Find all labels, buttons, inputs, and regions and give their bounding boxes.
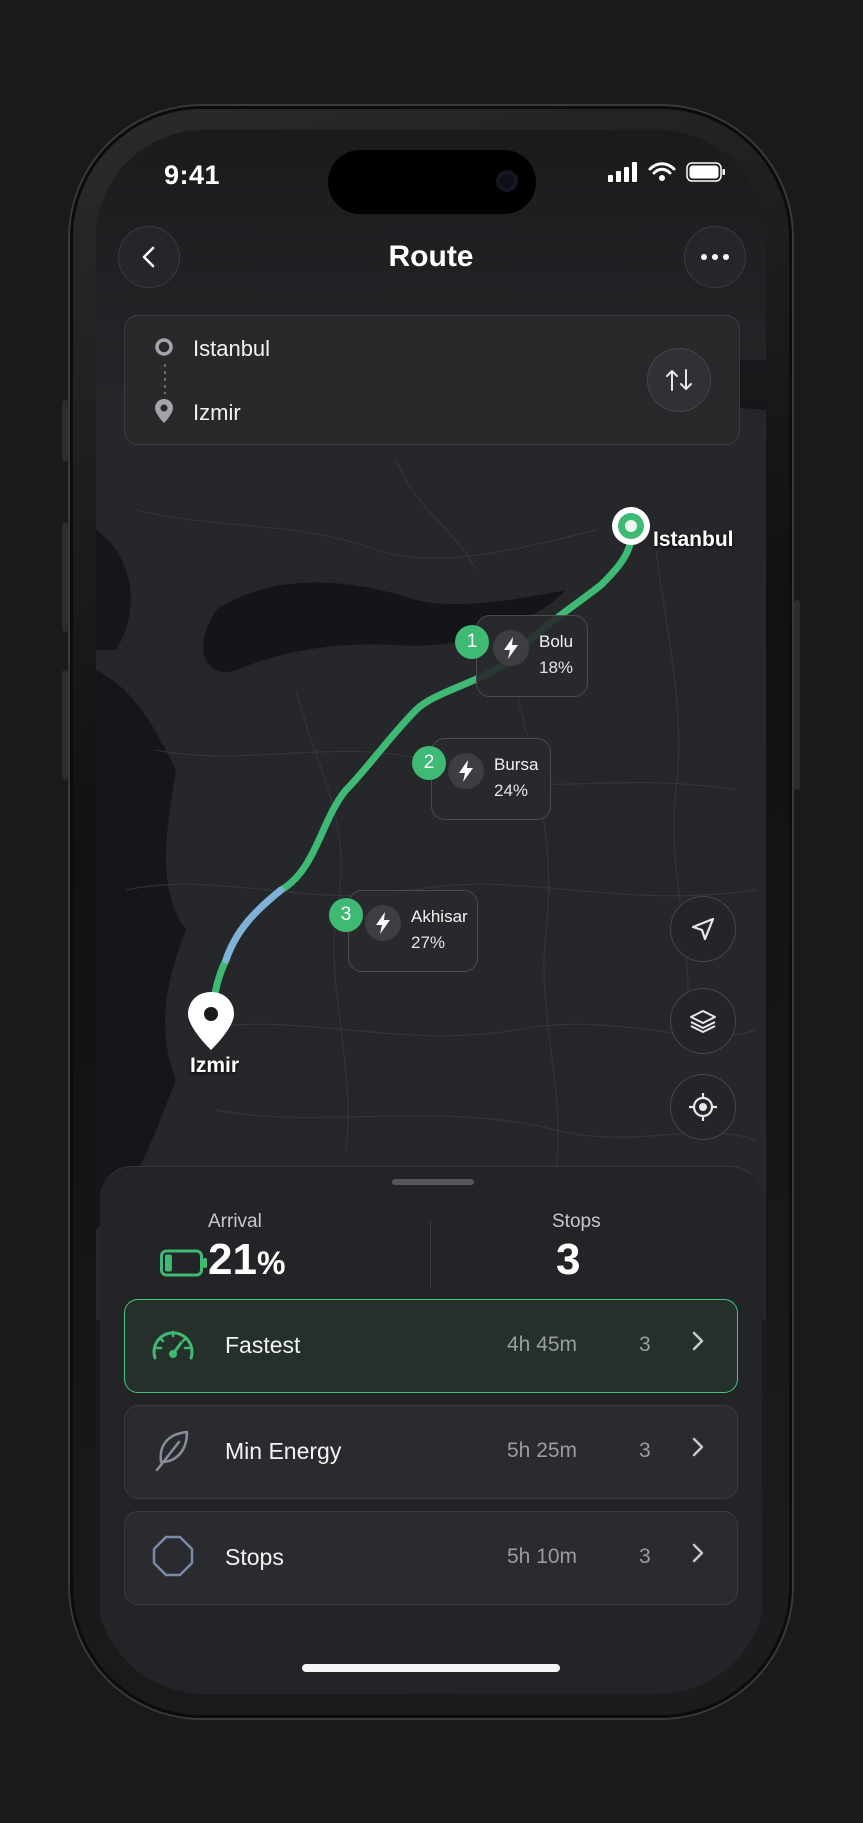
- stop-charge: 27%: [411, 933, 446, 952]
- option-time: 4h 45m: [507, 1333, 578, 1356]
- dynamic-island: [328, 150, 536, 214]
- camera-icon: [496, 170, 518, 192]
- speedometer-icon: [149, 1320, 197, 1368]
- arrival-unit: %: [256, 1245, 286, 1281]
- origin-dot-icon: [155, 338, 173, 356]
- stop-name: Bolu: [539, 632, 574, 651]
- destination-field[interactable]: Izmir: [193, 400, 241, 426]
- origin-field[interactable]: Istanbul: [193, 336, 270, 362]
- origin-marker: [612, 507, 650, 545]
- stop-number-badge: 1: [455, 625, 489, 659]
- page-title: Route: [388, 240, 474, 273]
- more-icon: [701, 254, 729, 260]
- volume-up-button: [62, 522, 68, 632]
- sheet-handle[interactable]: [392, 1179, 474, 1185]
- route-option-stops[interactable]: Stops 5h 10m 3: [124, 1511, 738, 1605]
- option-time: 5h 10m: [507, 1545, 578, 1568]
- chevron-right-icon: [692, 1437, 704, 1457]
- stops-label: Stops: [552, 1211, 601, 1232]
- map[interactable]: [96, 130, 766, 1320]
- option-stops: 3: [639, 1545, 651, 1568]
- locate-button[interactable]: [670, 1074, 736, 1140]
- home-indicator[interactable]: [302, 1664, 560, 1672]
- stops-value: 3: [556, 1235, 581, 1284]
- chevron-right-icon: [692, 1543, 704, 1563]
- stop-charge: 18%: [539, 658, 574, 677]
- route-connector: [164, 364, 166, 394]
- screen: Istanbul Izmir Bolu 18% 1 Bursa 24% 2 Ak…: [96, 130, 766, 1694]
- arrival-number: 21: [208, 1235, 257, 1284]
- stop-number-badge: 3: [329, 898, 363, 932]
- leaf-icon: [149, 1426, 197, 1474]
- action-button: [62, 400, 68, 462]
- charging-stop-3[interactable]: Akhisar 27%: [348, 890, 478, 972]
- locate-icon: [689, 1093, 717, 1121]
- octagon-icon: [149, 1532, 197, 1580]
- option-label: Min Energy: [225, 1438, 342, 1464]
- route-option-fastest[interactable]: Fastest 4h 45m 3: [124, 1299, 738, 1393]
- option-stops: 3: [639, 1439, 651, 1462]
- battery-icon: [686, 162, 725, 182]
- charging-bolt-icon: [493, 630, 529, 666]
- option-label: Stops: [225, 1544, 284, 1570]
- more-options-button[interactable]: [684, 226, 746, 288]
- stat-divider: [430, 1221, 431, 1289]
- status-time: 9:41: [164, 160, 221, 190]
- arrival-label: Arrival: [208, 1211, 262, 1232]
- battery-level-icon: [160, 1249, 207, 1277]
- route-input-card: Istanbul Izmir: [124, 315, 740, 445]
- wifi-icon: [648, 162, 676, 181]
- charging-stop-1[interactable]: Bolu 18%: [476, 615, 588, 697]
- destination-map-label: Izmir: [190, 1054, 240, 1077]
- option-label: Fastest: [225, 1332, 301, 1358]
- route-option-min-energy[interactable]: Min Energy 5h 25m 3: [124, 1405, 738, 1499]
- swap-route-button[interactable]: [647, 348, 711, 412]
- swap-arrows-icon: [666, 369, 692, 391]
- chevron-right-icon: [692, 1331, 704, 1351]
- charging-bolt-icon: [448, 753, 484, 789]
- arrival-value: 21%: [208, 1235, 285, 1285]
- layers-icon: [690, 1010, 716, 1033]
- stop-name: Akhisar: [411, 907, 468, 926]
- stop-number-badge: 2: [412, 746, 446, 780]
- option-stops: 3: [639, 1333, 651, 1356]
- volume-down-button: [62, 670, 68, 780]
- stop-name: Bursa: [494, 755, 539, 774]
- stop-charge: 24%: [494, 781, 529, 800]
- power-button: [794, 600, 800, 790]
- navigate-icon: [691, 917, 715, 941]
- layers-button[interactable]: [670, 988, 736, 1054]
- route-options-sheet: Arrival 21% Stops 3 Fastest 4h 45m 3 Min…: [100, 1166, 762, 1694]
- signal-icon: [608, 162, 637, 182]
- navigate-button[interactable]: [670, 896, 736, 962]
- option-time: 5h 25m: [507, 1439, 578, 1462]
- charging-bolt-icon: [365, 905, 401, 941]
- charging-stop-2[interactable]: Bursa 24%: [431, 738, 551, 820]
- destination-pin-icon: [155, 399, 173, 423]
- origin-map-label: Istanbul: [653, 528, 734, 551]
- status-icons: [608, 162, 726, 182]
